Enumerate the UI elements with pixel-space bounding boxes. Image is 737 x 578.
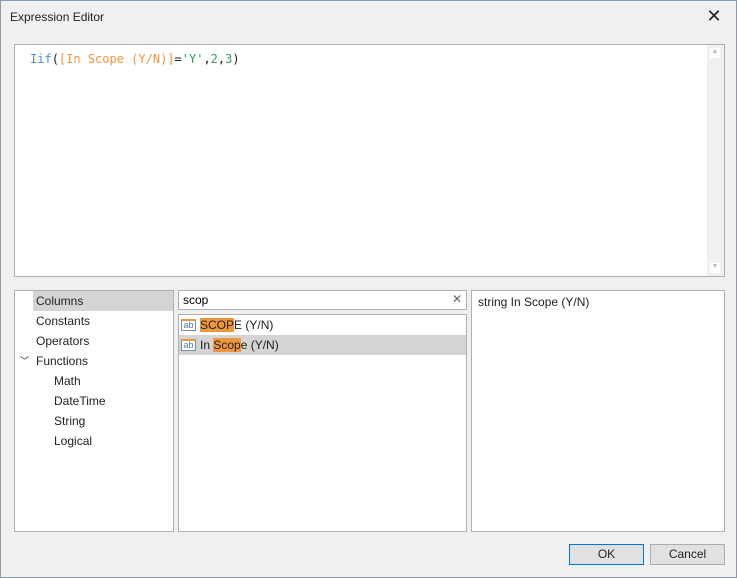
scroll-up-icon[interactable]: ▲	[710, 48, 720, 58]
token-column: [In Scope (Y/N)]	[58, 52, 175, 66]
search-box[interactable]: ✕	[178, 290, 467, 310]
token-comma: ,	[203, 52, 211, 66]
item-text: e (Y/N)	[240, 338, 279, 352]
token-string: 'Y'	[181, 52, 204, 66]
token-number: 2	[210, 52, 218, 66]
match-highlight: Scop	[213, 338, 241, 352]
function-logical[interactable]: Logical	[15, 431, 173, 451]
function-math[interactable]: Math	[15, 371, 173, 391]
expression-text: Iif([In Scope (Y/N)]='Y',2,3)	[30, 52, 240, 66]
scroll-down-icon[interactable]: ▼	[710, 263, 720, 273]
token-function: Iif	[30, 52, 52, 66]
category-tree: Columns Constants Operators ﹀ Functions M…	[14, 290, 174, 532]
vertical-scrollbar[interactable]: ▲ ▼	[707, 45, 724, 276]
close-icon: ✕	[706, 6, 722, 26]
category-operators[interactable]: Operators	[15, 331, 173, 351]
item-list: ab SCOPE (Y/N) ab In Scope (Y/N)	[178, 314, 467, 532]
string-field-icon: ab	[181, 319, 196, 331]
category-columns[interactable]: Columns	[33, 291, 173, 311]
list-item[interactable]: ab In Scope (Y/N)	[179, 335, 466, 355]
close-button[interactable]: ✕	[703, 5, 725, 27]
ok-button[interactable]: OK	[569, 544, 644, 565]
item-text: In	[200, 338, 214, 352]
chevron-down-icon[interactable]: ﹀	[20, 351, 29, 371]
category-constants[interactable]: Constants	[15, 311, 173, 331]
token-operator: =	[174, 52, 182, 66]
description-panel: string In Scope (Y/N)	[471, 290, 725, 532]
window-title: Expression Editor	[10, 10, 105, 24]
cancel-button[interactable]: Cancel	[650, 544, 725, 565]
search-input[interactable]	[183, 293, 443, 307]
string-field-icon: ab	[181, 339, 196, 351]
token-paren: )	[232, 52, 240, 66]
function-string[interactable]: String	[15, 411, 173, 431]
category-label: Functions	[36, 354, 89, 368]
description-text: string In Scope (Y/N)	[478, 295, 590, 309]
match-highlight: SCOP	[200, 318, 235, 332]
function-datetime[interactable]: DateTime	[15, 391, 173, 411]
category-functions[interactable]: ﹀ Functions	[15, 351, 173, 371]
clear-search-icon[interactable]: ✕	[452, 292, 462, 306]
expression-editor[interactable]: Iif([In Scope (Y/N)]='Y',2,3) ▲ ▼	[14, 44, 725, 277]
item-text: E (Y/N)	[234, 318, 274, 332]
token-paren: (	[51, 52, 59, 66]
list-item[interactable]: ab SCOPE (Y/N)	[179, 315, 466, 335]
